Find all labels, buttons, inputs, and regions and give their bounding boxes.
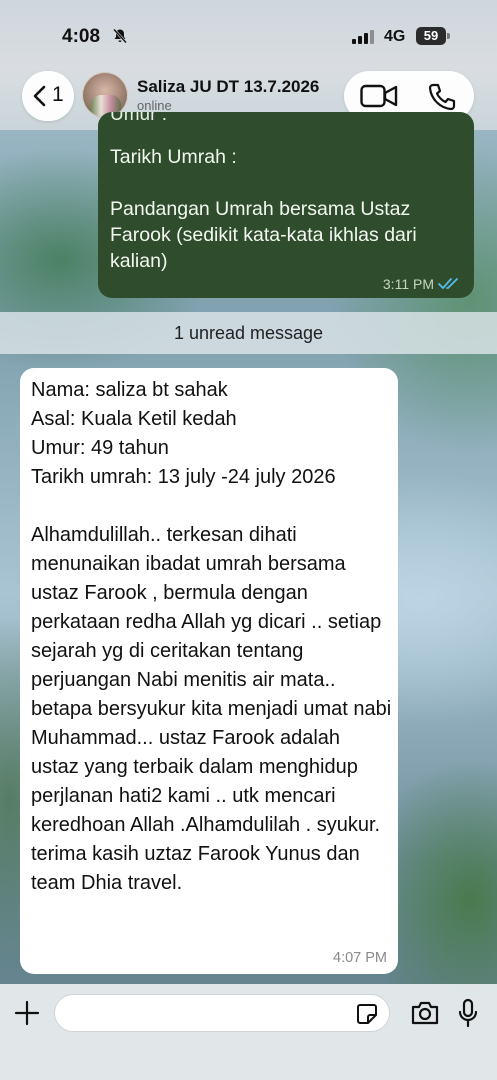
battery-icon: 59 xyxy=(416,27,450,45)
unread-count: 1 xyxy=(52,83,64,106)
video-call-icon[interactable] xyxy=(360,84,398,108)
outgoing-message-bubble[interactable]: Umur : Tarikh Umrah : Pandangan Umrah be… xyxy=(98,112,474,298)
message-time: 4:07 PM xyxy=(333,950,387,966)
back-button[interactable]: 1 xyxy=(22,71,74,121)
chevron-left-icon xyxy=(33,85,46,107)
message-composer xyxy=(0,984,497,1080)
plus-icon[interactable] xyxy=(14,1000,40,1026)
phone-call-icon[interactable] xyxy=(427,82,457,112)
camera-icon[interactable] xyxy=(410,1000,440,1026)
microphone-icon[interactable] xyxy=(458,998,478,1028)
signal-icon xyxy=(352,30,374,44)
incoming-message-bubble[interactable]: Nama: saliza bt sahak Asal: Kuala Ketil … xyxy=(20,368,398,974)
status-bar: 4:08 4G 59 xyxy=(0,0,497,68)
double-check-read-icon xyxy=(438,278,458,289)
message-text: Nama: saliza bt sahak Asal: Kuala Ketil … xyxy=(31,379,392,894)
sticker-icon[interactable] xyxy=(356,1003,378,1025)
battery-tip xyxy=(447,33,450,39)
message-text: Tarikh Umrah : Pandangan Umrah bersama U… xyxy=(110,146,417,272)
chat-status: online xyxy=(137,98,172,113)
message-time: 3:11 PM xyxy=(382,276,434,292)
message-input[interactable] xyxy=(54,994,390,1032)
bell-slash-icon xyxy=(113,28,127,44)
battery-level: 59 xyxy=(416,27,446,45)
message-meta: 3:11 PM xyxy=(383,276,462,292)
chat-title[interactable]: Saliza JU DT 13.7.2026 xyxy=(137,77,319,97)
unread-messages-banner: 1 unread message xyxy=(0,312,497,354)
message-partial-line: Umur : xyxy=(110,112,167,125)
status-time: 4:08 xyxy=(62,26,101,47)
network-type: 4G xyxy=(384,28,406,45)
